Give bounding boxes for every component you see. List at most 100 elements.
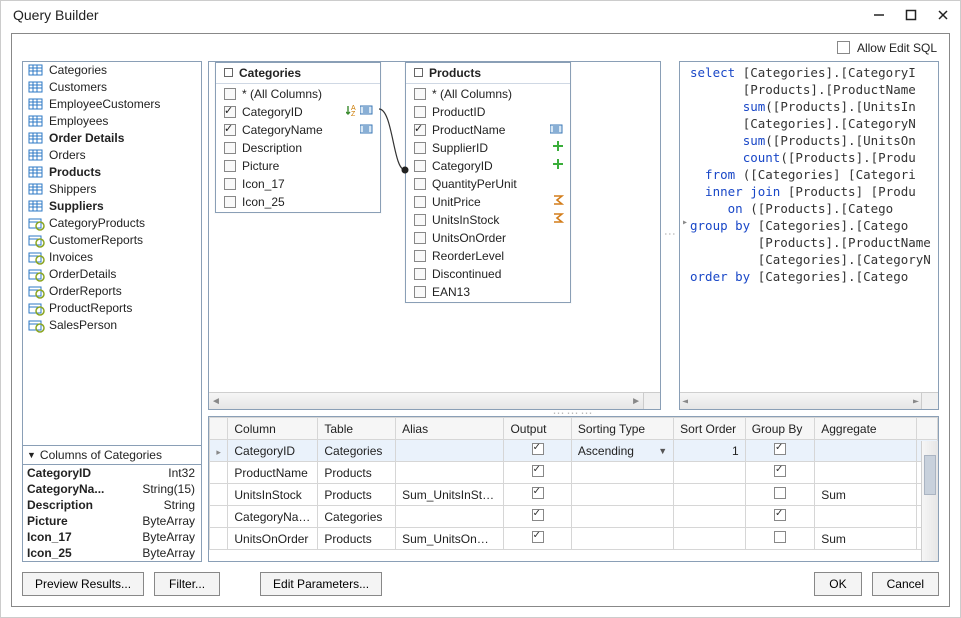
table-item-employees[interactable]: Employees (23, 113, 201, 130)
cell-sorting-type[interactable] (571, 462, 673, 484)
field-checkbox[interactable] (414, 142, 426, 154)
cell-sorting-type[interactable] (571, 484, 673, 506)
cell-sorting-type[interactable]: Ascending▼ (571, 440, 673, 462)
column-row[interactable]: CategoryIDInt32 (23, 465, 201, 481)
entity-field-productid[interactable]: ProductID (408, 103, 568, 121)
row-handle[interactable] (210, 484, 228, 506)
cell-groupby[interactable] (745, 506, 815, 528)
table-item-orderdetails[interactable]: OrderDetails (23, 266, 201, 283)
entity-field-discontinued[interactable]: Discontinued (408, 265, 568, 283)
entity-field-icon-25[interactable]: Icon_25 (218, 193, 378, 211)
cell-table[interactable]: Categories (318, 440, 396, 462)
row-handle[interactable] (210, 462, 228, 484)
vertical-splitter[interactable]: ⋮ (667, 61, 673, 410)
ok-button[interactable]: OK (814, 572, 861, 596)
grid-header[interactable]: Aggregate (815, 418, 917, 440)
allow-edit-sql-checkbox[interactable]: Allow Edit SQL (837, 40, 937, 55)
cell-sort-order[interactable] (674, 506, 746, 528)
entity-field-categoryid[interactable]: CategoryIDAZ (218, 103, 378, 121)
grid-row[interactable]: UnitsOnOrderProductsSum_UnitsOnOrderSum (210, 528, 938, 550)
entity-field-quantityperunit[interactable]: QuantityPerUnit (408, 175, 568, 193)
table-item-shippers[interactable]: Shippers (23, 181, 201, 198)
entity-field-productname[interactable]: ProductName (408, 121, 568, 139)
table-item-employeecustomers[interactable]: EmployeeCustomers (23, 96, 201, 113)
field-checkbox[interactable] (224, 196, 236, 208)
cell-groupby[interactable] (745, 528, 815, 550)
diagram-pane[interactable]: Categories * (All Columns)CategoryIDAZCa… (208, 61, 661, 410)
field-checkbox[interactable] (224, 160, 236, 172)
column-row[interactable]: DescriptionString (23, 497, 201, 513)
column-row[interactable]: PictureByteArray (23, 513, 201, 529)
entity-field-icon-17[interactable]: Icon_17 (218, 175, 378, 193)
field-checkbox[interactable] (414, 214, 426, 226)
cell-aggregate[interactable]: Sum (815, 528, 917, 550)
cell-column[interactable]: CategoryID (228, 440, 318, 462)
cell-groupby[interactable] (745, 462, 815, 484)
field-checkbox[interactable] (224, 142, 236, 154)
column-row[interactable]: Icon_17ByteArray (23, 529, 201, 545)
grid-row[interactable]: ▸CategoryIDCategories Ascending▼1 (210, 440, 938, 462)
entity-products[interactable]: Products * (All Columns)ProductIDProduct… (405, 62, 571, 303)
field-checkbox[interactable] (224, 124, 236, 136)
edit-parameters-button[interactable]: Edit Parameters... (260, 572, 382, 596)
grid-vertical-scrollbar[interactable] (921, 441, 938, 561)
table-item-suppliers[interactable]: Suppliers (23, 198, 201, 215)
field-checkbox[interactable] (224, 88, 236, 100)
field-checkbox[interactable] (414, 124, 426, 136)
cancel-button[interactable]: Cancel (872, 572, 939, 596)
table-item-invoices[interactable]: Invoices (23, 249, 201, 266)
column-row[interactable]: CategoryNa...String(15) (23, 481, 201, 497)
entity-field-reorderlevel[interactable]: ReorderLevel (408, 247, 568, 265)
entity-field-unitsinstock[interactable]: UnitsInStock (408, 211, 568, 229)
table-item-productreports[interactable]: ProductReports (23, 300, 201, 317)
entity-field--all-columns-[interactable]: * (All Columns) (408, 85, 568, 103)
grid-row[interactable]: ProductNameProducts (210, 462, 938, 484)
table-item-customers[interactable]: Customers (23, 79, 201, 96)
entity-field-supplierid[interactable]: SupplierID (408, 139, 568, 157)
entity-field-ean13[interactable]: EAN13 (408, 283, 568, 301)
cell-aggregate[interactable] (815, 440, 917, 462)
columns-grid[interactable]: CategoryIDInt32CategoryNa...String(15)De… (22, 465, 202, 562)
maximize-button[interactable] (904, 8, 918, 22)
cell-alias[interactable] (396, 440, 504, 462)
diagram-horizontal-scrollbar[interactable]: ◄► (209, 392, 643, 409)
table-list[interactable]: CategoriesCustomersEmployeeCustomersEmpl… (22, 61, 202, 446)
cell-output[interactable] (504, 528, 571, 550)
entity-categories[interactable]: Categories * (All Columns)CategoryIDAZCa… (215, 62, 381, 213)
grid-header[interactable] (210, 418, 228, 440)
table-item-orderreports[interactable]: OrderReports (23, 283, 201, 300)
grid-header[interactable]: Sorting Type (571, 418, 673, 440)
field-checkbox[interactable] (414, 160, 426, 172)
cell-output[interactable] (504, 484, 571, 506)
cell-table[interactable]: Products (318, 484, 396, 506)
cell-sort-order[interactable]: 1 (674, 440, 746, 462)
selection-grid[interactable]: ColumnTableAliasOutputSorting TypeSort O… (208, 416, 939, 562)
table-item-salesperson[interactable]: SalesPerson (23, 317, 201, 334)
cell-column[interactable]: UnitsOnOrder (228, 528, 318, 550)
preview-results-button[interactable]: Preview Results... (22, 572, 144, 596)
field-checkbox[interactable] (414, 250, 426, 262)
field-checkbox[interactable] (414, 232, 426, 244)
cell-column[interactable]: UnitsInStock (228, 484, 318, 506)
cell-sorting-type[interactable] (571, 506, 673, 528)
table-item-categoryproducts[interactable]: CategoryProducts (23, 215, 201, 232)
grid-header[interactable]: Column (228, 418, 318, 440)
row-handle[interactable]: ▸ (210, 440, 228, 462)
cell-output[interactable] (504, 440, 571, 462)
row-handle[interactable] (210, 528, 228, 550)
cell-output[interactable] (504, 462, 571, 484)
cell-table[interactable]: Products (318, 528, 396, 550)
diagram-minimap[interactable] (643, 392, 660, 409)
entity-field-picture[interactable]: Picture (218, 157, 378, 175)
minimize-button[interactable] (872, 8, 886, 22)
field-checkbox[interactable] (414, 106, 426, 118)
table-item-categories[interactable]: Categories (23, 62, 201, 79)
cell-aggregate[interactable] (815, 506, 917, 528)
cell-column[interactable]: ProductName (228, 462, 318, 484)
entity-field-categoryid[interactable]: CategoryID (408, 157, 568, 175)
field-checkbox[interactable] (414, 286, 426, 298)
cell-groupby[interactable] (745, 440, 815, 462)
grid-row[interactable]: CategoryNameCategories (210, 506, 938, 528)
entity-field--all-columns-[interactable]: * (All Columns) (218, 85, 378, 103)
cell-sort-order[interactable] (674, 484, 746, 506)
